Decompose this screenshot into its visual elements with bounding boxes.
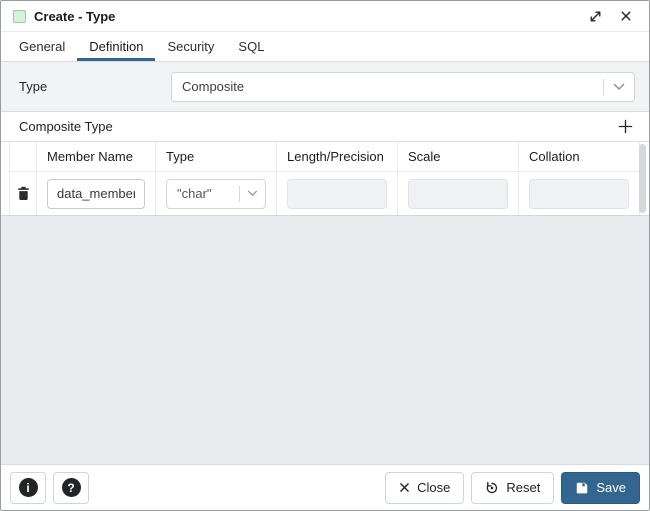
expand-icon	[589, 10, 602, 23]
help-icon: ?	[62, 478, 81, 497]
members-table: Member Name Type Length/Precision Scale …	[9, 142, 639, 215]
tab-security[interactable]: Security	[155, 32, 226, 61]
type-icon	[13, 10, 26, 23]
reset-button[interactable]: Reset	[471, 472, 554, 504]
column-header-type: Type	[156, 142, 277, 172]
plus-icon	[618, 119, 633, 134]
tab-general[interactable]: General	[7, 32, 77, 61]
dialog-titlebar: Create - Type	[1, 1, 649, 32]
member-type-select-value: "char"	[167, 186, 239, 201]
column-header-actions	[10, 142, 37, 172]
type-select[interactable]: Composite	[171, 72, 635, 102]
create-type-dialog: Create - Type General Definition Securit…	[0, 0, 650, 511]
info-icon: i	[19, 478, 38, 497]
composite-type-title: Composite Type	[19, 119, 113, 134]
table-row-collation-cell	[519, 172, 640, 215]
grid-scrollbar[interactable]	[639, 144, 646, 213]
maximize-button[interactable]	[584, 5, 606, 27]
add-member-button[interactable]	[614, 116, 636, 138]
type-select-value: Composite	[172, 79, 603, 94]
column-header-scale: Scale	[398, 142, 519, 172]
dialog-title: Create - Type	[34, 9, 115, 24]
trash-icon	[17, 186, 30, 201]
close-x-icon	[399, 482, 410, 493]
table-row-length-precision-cell	[277, 172, 398, 215]
dialog-footer: i ? Close Reset	[1, 464, 649, 510]
column-header-length-precision: Length/Precision	[277, 142, 398, 172]
save-button-label: Save	[596, 480, 626, 495]
close-button[interactable]: Close	[385, 472, 464, 504]
column-header-collation: Collation	[519, 142, 640, 172]
tab-sql[interactable]: SQL	[226, 32, 276, 61]
chevron-down-icon	[604, 83, 634, 91]
tab-definition[interactable]: Definition	[77, 32, 155, 61]
reset-icon	[485, 481, 499, 495]
member-type-select[interactable]: "char"	[166, 179, 266, 209]
close-icon	[620, 10, 632, 22]
table-row-actions-cell	[10, 172, 37, 215]
reset-button-label: Reset	[506, 480, 540, 495]
collation-field-disabled	[529, 179, 629, 209]
dialog-body-filler	[1, 216, 649, 464]
composite-members-grid: Member Name Type Length/Precision Scale …	[1, 141, 649, 216]
info-button[interactable]: i	[10, 472, 46, 504]
member-name-input[interactable]	[47, 179, 145, 209]
close-dialog-button[interactable]	[615, 5, 637, 27]
save-button[interactable]: Save	[561, 472, 640, 504]
type-field-label: Type	[19, 79, 171, 94]
scale-field-disabled	[408, 179, 508, 209]
table-row-type-cell: "char"	[156, 172, 277, 215]
table-row-scale-cell	[398, 172, 519, 215]
chevron-down-icon	[240, 190, 265, 197]
delete-row-button[interactable]	[15, 184, 32, 203]
type-field-row: Type Composite	[1, 62, 649, 112]
length-precision-field-disabled	[287, 179, 387, 209]
column-header-member-name: Member Name	[37, 142, 156, 172]
help-button[interactable]: ?	[53, 472, 89, 504]
table-row-member-name-cell	[37, 172, 156, 215]
save-icon	[575, 481, 589, 495]
dialog-tabs: General Definition Security SQL	[1, 32, 649, 62]
composite-type-header: Composite Type	[1, 112, 649, 141]
close-button-label: Close	[417, 480, 450, 495]
